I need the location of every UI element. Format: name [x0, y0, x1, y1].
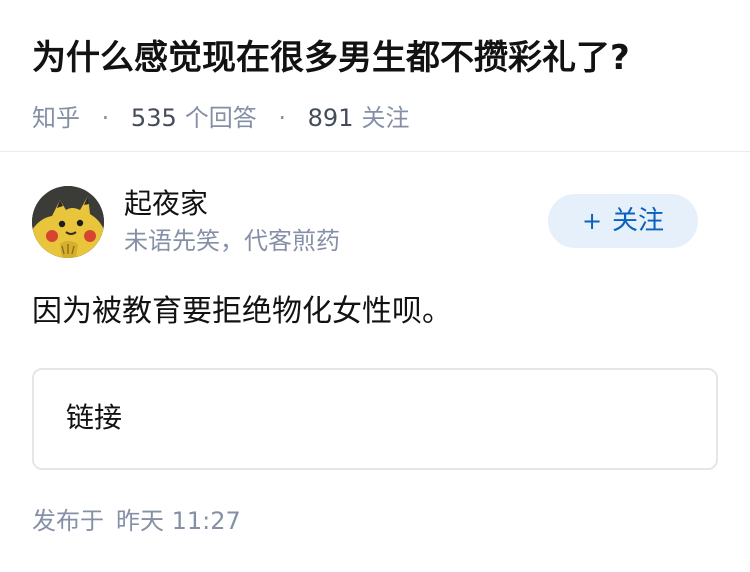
author-bio: 未语先笑，代客煎药 — [124, 227, 340, 255]
source-label[interactable]: 知乎 — [32, 104, 80, 132]
header-divider — [0, 151, 750, 152]
answer-count: 535 — [130, 104, 177, 132]
author-info: 起夜家 未语先笑，代客煎药 — [124, 186, 340, 258]
publish-time: 昨天 11:27 — [116, 507, 241, 535]
link-card-label: 链接 — [66, 401, 123, 434]
author-name[interactable]: 起夜家 — [124, 186, 340, 222]
answer-count-label: 个回答 — [184, 104, 257, 132]
publish-label: 发布于 — [32, 507, 104, 535]
follow-count: 891 — [307, 104, 354, 132]
answer-text: 因为被教育要拒绝物化女性呗。 — [32, 294, 452, 329]
question-header: 为什么感觉现在很多男生都不攒彩礼了? 知乎 · 535 个回答 · 891 关注 — [32, 30, 722, 134]
separator-dot: · — [278, 104, 287, 132]
follow-button[interactable]: + 关注 — [548, 194, 698, 248]
separator-dot: · — [101, 104, 110, 132]
pikachu-avatar-icon — [32, 186, 104, 258]
publish-info: 发布于 昨天 11:27 — [32, 504, 241, 538]
follow-button-label: 关注 — [612, 206, 665, 236]
avatar[interactable] — [32, 186, 104, 258]
author-row: 起夜家 未语先笑，代客煎药 + 关注 — [32, 186, 718, 258]
question-meta: 知乎 · 535 个回答 · 891 关注 — [32, 102, 722, 134]
plus-icon: + — [581, 207, 603, 235]
link-card[interactable]: 链接 — [32, 368, 718, 470]
follow-count-label: 关注 — [361, 104, 410, 132]
question-title[interactable]: 为什么感觉现在很多男生都不攒彩礼了? — [32, 30, 722, 86]
